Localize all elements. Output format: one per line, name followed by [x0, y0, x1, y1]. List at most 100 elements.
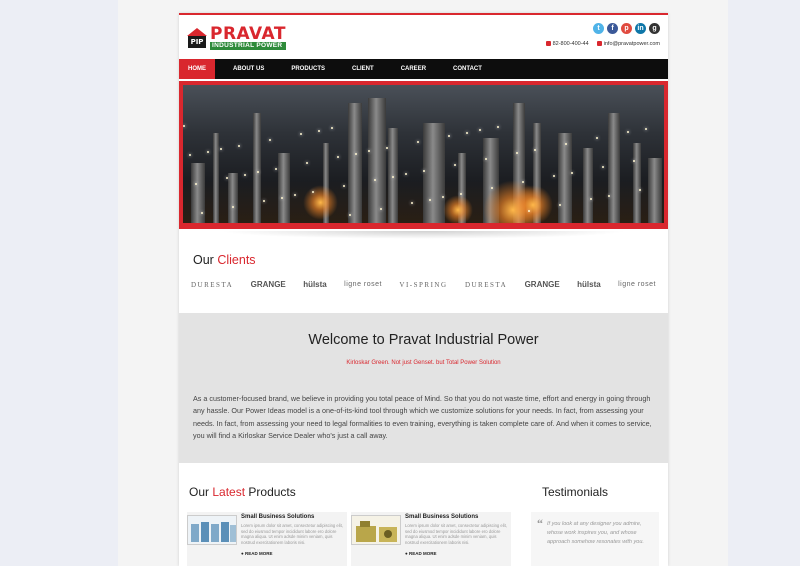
plant-light: [497, 126, 499, 128]
welcome-section: Welcome to Pravat Industrial Power Kirlo…: [179, 313, 668, 463]
plant-light: [195, 183, 197, 185]
background-left: [0, 0, 118, 566]
plant-light: [479, 129, 481, 131]
product-description: Lorem ipsum dolor sit amet, consectetur …: [405, 523, 507, 545]
nav-home[interactable]: HOME: [179, 59, 215, 79]
refinery-tower: [213, 133, 219, 223]
product-image[interactable]: [187, 515, 237, 545]
logo-mark-icon: PIP: [187, 28, 207, 48]
nav-career[interactable]: CAREER: [392, 59, 435, 79]
nav-products[interactable]: PRODUCTS: [282, 59, 334, 79]
plant-light: [411, 202, 413, 204]
slider-shadow: [219, 231, 628, 239]
nav-client[interactable]: CLIENT: [343, 59, 383, 79]
refinery-tower: [633, 143, 641, 223]
client-logo: VI-SPRING: [399, 280, 448, 289]
plant-light: [522, 181, 524, 183]
nav-about-us[interactable]: ABOUT US: [224, 59, 273, 79]
linkedin-icon[interactable]: in: [635, 23, 646, 34]
background-right: [728, 0, 800, 566]
plant-light: [627, 131, 629, 133]
plant-light: [226, 177, 228, 179]
website-page: PIP PRAVAT INDUSTRIAL POWER t f p in g 82-80…: [179, 13, 668, 566]
product-description: Lorem ipsum dolor sit amet, consectetur …: [241, 523, 343, 545]
product-image[interactable]: [351, 515, 401, 545]
plant-light: [645, 128, 647, 130]
client-logo: hülsta: [303, 280, 327, 289]
plant-light: [454, 164, 456, 166]
testimonials-heading: Testimonials: [542, 485, 609, 499]
refinery-tower: [423, 123, 445, 223]
logo-name: PRAVAT: [210, 23, 286, 44]
googleplus-icon[interactable]: g: [649, 23, 660, 34]
refinery-tower: [278, 153, 290, 223]
plant-light: [559, 204, 561, 206]
products-heading: Our Latest Products: [189, 485, 296, 499]
email-contact[interactable]: info@pravatpower.com: [596, 41, 660, 47]
plant-light: [244, 174, 246, 176]
read-more-link[interactable]: ● READ MORE: [241, 551, 272, 556]
plant-light: [633, 160, 635, 162]
plant-light: [294, 194, 296, 196]
main-navigation: HOME ABOUT US PRODUCTS CLIENT CAREER CON…: [179, 59, 668, 79]
plant-light: [220, 148, 222, 150]
welcome-tagline: Kirloskar Green. Not just Genset. but To…: [346, 360, 501, 366]
plant-light: [571, 172, 573, 174]
plant-light: [368, 150, 370, 152]
refinery-tower: [558, 133, 572, 223]
phone-number: 82-800-400-44: [552, 41, 589, 47]
plant-light: [516, 152, 518, 154]
plant-light: [528, 210, 530, 212]
plant-light: [306, 162, 308, 164]
plant-light: [269, 139, 271, 141]
refinery-tower: [348, 103, 362, 223]
plant-light: [275, 168, 277, 170]
plant-light: [460, 193, 462, 195]
client-logo: ligne roset: [618, 281, 656, 288]
plant-light: [417, 141, 419, 143]
email-address[interactable]: info@pravatpower.com: [604, 41, 660, 47]
plant-light: [331, 127, 333, 129]
plant-light: [485, 158, 487, 160]
plant-light: [386, 147, 388, 149]
plant-light: [201, 212, 203, 214]
phone-contact: 82-800-400-44: [545, 41, 589, 47]
plant-light: [602, 166, 604, 168]
facebook-icon[interactable]: f: [607, 23, 618, 34]
hero-slider: [179, 81, 668, 229]
read-more-link[interactable]: ● READ MORE: [405, 551, 436, 556]
nav-contact[interactable]: CONTACT: [444, 59, 491, 79]
product-title[interactable]: Small Business Solutions: [241, 514, 314, 520]
welcome-heading: Welcome to Pravat Industrial Power: [308, 332, 539, 348]
plant-light: [300, 133, 302, 135]
welcome-body: As a customer-focused brand, we believe …: [193, 394, 652, 440]
plant-light: [608, 195, 610, 197]
pinterest-icon[interactable]: p: [621, 23, 632, 34]
plant-light: [442, 196, 444, 198]
client-logo: ligne roset: [344, 281, 382, 288]
plant-light: [380, 208, 382, 210]
refinery-tower: [608, 113, 620, 223]
client-logo: DURESTA: [464, 280, 508, 289]
plant-light: [263, 200, 265, 202]
quote-icon: “: [537, 516, 543, 530]
plant-light: [318, 130, 320, 132]
site-logo[interactable]: PIP PRAVAT INDUSTRIAL POWER: [187, 23, 286, 50]
client-logo: hülsta: [577, 280, 601, 289]
plant-light: [207, 151, 209, 153]
client-logo: GRANGE: [524, 280, 560, 289]
product-title[interactable]: Small Business Solutions: [405, 514, 478, 520]
plant-light: [596, 137, 598, 139]
plant-light: [405, 173, 407, 175]
clients-heading: Our Clients: [193, 253, 256, 267]
plant-light: [534, 149, 536, 151]
plant-light: [553, 175, 555, 177]
plant-light: [448, 135, 450, 137]
plant-light: [257, 171, 259, 173]
twitter-icon[interactable]: t: [593, 23, 604, 34]
plant-light: [639, 189, 641, 191]
testimonial-quote: If you look at any designer you admire, …: [547, 521, 644, 545]
mail-icon: [596, 41, 602, 47]
refinery-tower: [191, 163, 205, 223]
plant-light: [423, 170, 425, 172]
